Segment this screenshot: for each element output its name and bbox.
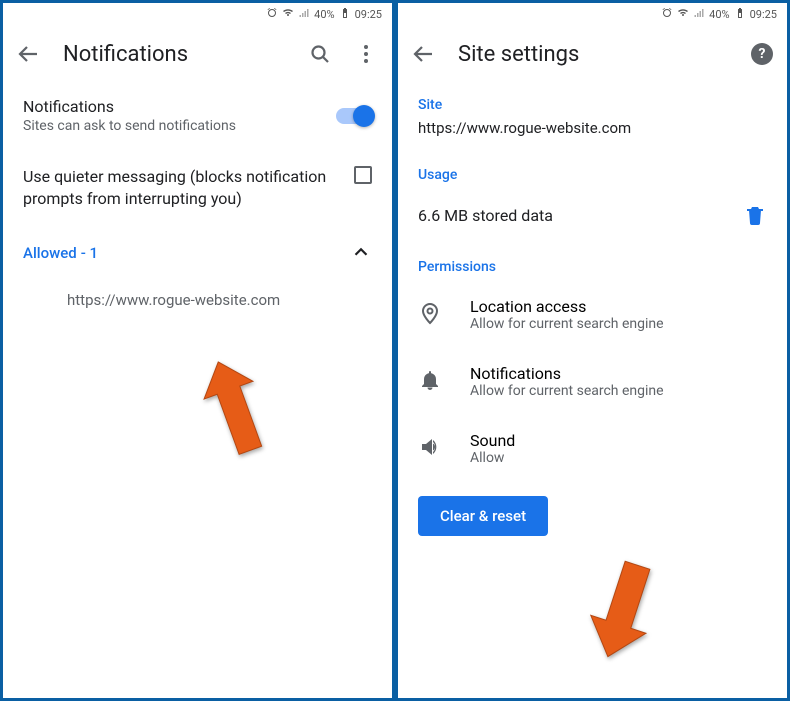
perm-secondary: Allow for current search engine: [470, 316, 664, 332]
alarm-icon: [266, 7, 278, 22]
section-usage-label: Usage: [398, 141, 787, 189]
clear-and-reset-button[interactable]: Clear & reset: [418, 496, 548, 536]
status-bar: 40% 09:25: [398, 3, 787, 25]
usage-text: 6.6 MB stored data: [418, 206, 729, 225]
search-icon[interactable]: [308, 42, 332, 66]
usage-row[interactable]: 6.6 MB stored data: [398, 189, 787, 241]
perm-primary: Notifications: [470, 364, 664, 383]
signal-icon: [693, 7, 705, 22]
battery-icon: [339, 7, 351, 22]
clock-time: 09:25: [355, 8, 382, 21]
clock-time: 09:25: [750, 8, 777, 21]
checkbox-unchecked-icon[interactable]: [354, 166, 372, 184]
toggle-on-icon[interactable]: [336, 108, 372, 124]
bell-icon: [418, 368, 442, 396]
page-title: Notifications: [63, 42, 286, 67]
wifi-icon: [677, 7, 689, 22]
allowed-section-header[interactable]: Allowed - 1: [3, 227, 392, 277]
row-primary: Notifications: [23, 97, 322, 116]
app-bar: Site settings ?: [398, 25, 787, 83]
perm-secondary: Allow: [470, 450, 515, 466]
perm-primary: Sound: [470, 431, 515, 450]
back-icon[interactable]: [412, 42, 436, 66]
permission-sound-row[interactable]: Sound Allow: [398, 415, 787, 482]
perm-secondary: Allow for current search engine: [470, 383, 664, 399]
section-site-label: Site: [398, 83, 787, 119]
section-permissions-label: Permissions: [398, 241, 787, 281]
page-title: Site settings: [458, 42, 729, 67]
battery-percent: 40%: [314, 8, 334, 21]
site-url: https://www.rogue-website.com: [398, 119, 787, 141]
app-bar: Notifications: [3, 25, 392, 83]
allowed-label: Allowed: [23, 244, 77, 262]
perm-primary: Location access: [470, 297, 664, 316]
quieter-messaging-row[interactable]: Use quieter messaging (blocks notificati…: [3, 148, 392, 227]
allowed-count: - 1: [81, 244, 98, 262]
permission-notifications-row[interactable]: Notifications Allow for current search e…: [398, 348, 787, 415]
row-secondary: Sites can ask to send notifications: [23, 118, 322, 134]
site-settings-screen: 40% 09:25 Site settings ? Site https://w…: [395, 0, 790, 701]
trash-icon[interactable]: [743, 203, 767, 227]
back-icon[interactable]: [17, 42, 41, 66]
signal-icon: [298, 7, 310, 22]
permission-location-row[interactable]: Location access Allow for current search…: [398, 281, 787, 348]
row-primary: Use quieter messaging (blocks notificati…: [23, 166, 340, 209]
allowed-site-item[interactable]: https://www.rogue-website.com: [3, 277, 392, 319]
battery-percent: 40%: [709, 8, 729, 21]
location-pin-icon: [418, 301, 442, 329]
alarm-icon: [661, 7, 673, 22]
more-vert-icon[interactable]: [354, 42, 378, 66]
sound-icon: [418, 435, 442, 463]
chevron-up-icon: [350, 241, 372, 263]
notifications-master-toggle-row[interactable]: Notifications Sites can ask to send noti…: [3, 83, 392, 148]
help-icon[interactable]: ?: [751, 43, 773, 65]
wifi-icon: [282, 7, 294, 22]
notifications-screen: 40% 09:25 Notifications Notifications Si…: [0, 0, 395, 701]
status-bar: 40% 09:25: [3, 3, 392, 25]
battery-icon: [734, 7, 746, 22]
